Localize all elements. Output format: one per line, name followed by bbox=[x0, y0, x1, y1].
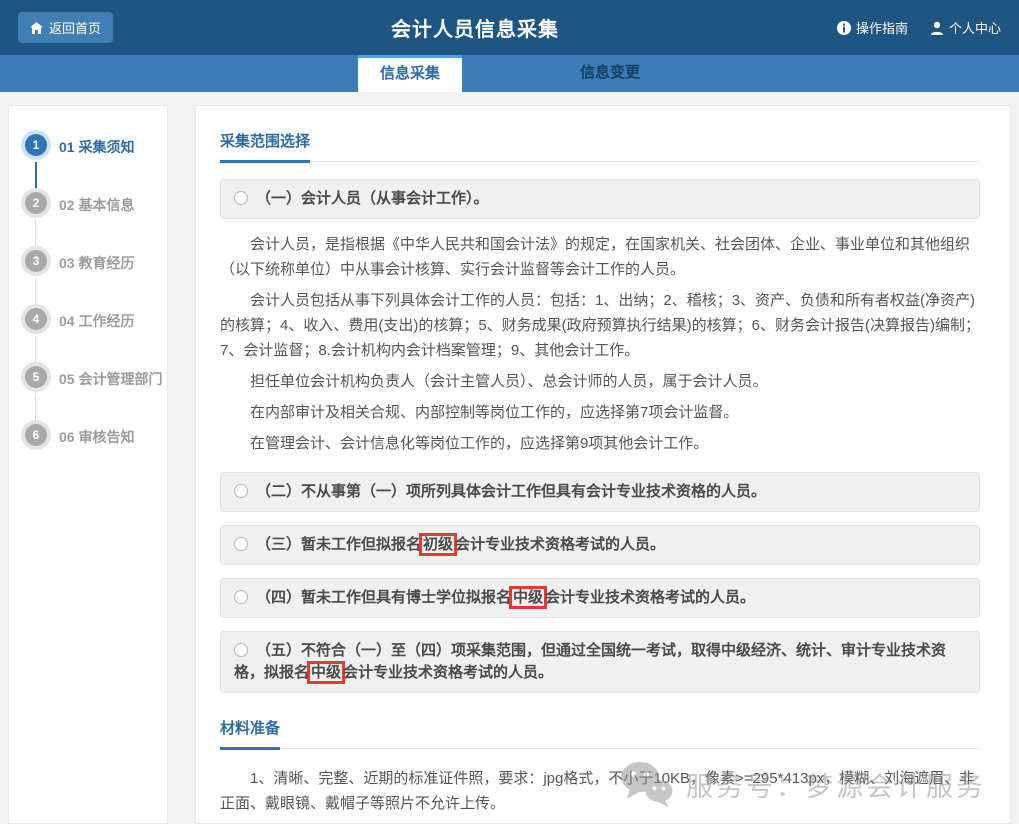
step-number-badge: 1 bbox=[25, 134, 47, 156]
step-connector bbox=[35, 162, 37, 190]
step-number-badge: 5 bbox=[25, 366, 47, 388]
step-basic-info[interactable]: 2 02 基本信息 bbox=[9, 188, 167, 246]
scope-option-5[interactable]: （五）不符合（一）至（四）项采集范围，但通过全国统一考试，取得中级经济、统计、审… bbox=[220, 631, 980, 693]
step-collection-notice[interactable]: 1 01 采集须知 bbox=[9, 130, 167, 188]
scope-option-1[interactable]: （一）会计人员（从事会计工作）。 bbox=[220, 179, 980, 219]
step-connector bbox=[35, 220, 36, 248]
tab-info-change[interactable]: 信息变更 bbox=[548, 55, 672, 92]
step-label: 03 教育经历 bbox=[59, 253, 134, 273]
scope-option-3-label: （三）暂未工作但拟报名初级会计专业技术资格考试的人员。 bbox=[256, 536, 665, 553]
scope-option-3[interactable]: （三）暂未工作但拟报名初级会计专业技术资格考试的人员。 bbox=[220, 525, 980, 565]
step-number-badge: 2 bbox=[25, 192, 47, 214]
radio-circle-icon[interactable] bbox=[234, 643, 248, 657]
step-education[interactable]: 3 03 教育经历 bbox=[9, 246, 167, 304]
steps-sidebar: 1 01 采集须知 2 02 基本信息 3 03 教育经历 4 04 工作经历 … bbox=[8, 105, 168, 824]
personal-center-label: 个人中心 bbox=[949, 18, 1001, 37]
materials-section-title: 材料准备 bbox=[220, 717, 280, 750]
guide-link[interactable]: 操作指南 bbox=[837, 18, 908, 37]
info-circle-icon bbox=[837, 21, 851, 35]
personal-center-link[interactable]: 个人中心 bbox=[930, 18, 1001, 37]
step-accounting-dept[interactable]: 5 05 会计管理部门 bbox=[9, 362, 167, 420]
scope-description: 会计人员，是指根据《中华人民共和国会计法》的规定，在国家机关、社会团体、企业、事… bbox=[220, 232, 980, 456]
red-highlight-box: 中级 bbox=[509, 586, 547, 609]
step-label: 05 会计管理部门 bbox=[59, 369, 162, 389]
step-label: 04 工作经历 bbox=[59, 311, 134, 331]
red-highlight-box: 中级 bbox=[307, 661, 345, 684]
scope-paragraph: 会计人员包括从事下列具体会计工作的人员：包括：1、出纳；2、稽核；3、资产、负债… bbox=[220, 288, 980, 363]
page-title: 会计人员信息采集 bbox=[113, 13, 837, 42]
radio-circle-icon[interactable] bbox=[234, 484, 248, 498]
materials-item: 1、清晰、完整、近期的标准证件照，要求：jpg格式，不小于10KB，像素>=29… bbox=[220, 766, 980, 816]
scope-section-title: 采集范围选择 bbox=[220, 130, 310, 163]
scope-paragraph: 在管理会计、会计信息化等岗位工作的，应选择第9项其他会计工作。 bbox=[220, 431, 980, 456]
step-connector bbox=[35, 278, 36, 306]
step-label: 02 基本信息 bbox=[59, 195, 134, 215]
scope-paragraph: 会计人员，是指根据《中华人民共和国会计法》的规定，在国家机关、社会团体、企业、事… bbox=[220, 232, 980, 282]
step-connector bbox=[35, 394, 36, 422]
scope-option-4-label: （四）暂未工作但具有博士学位拟报名中级会计专业技术资格考试的人员。 bbox=[256, 589, 755, 606]
app-header: 返回首页 会计人员信息采集 操作指南 个人中心 bbox=[0, 0, 1019, 55]
guide-label: 操作指南 bbox=[856, 18, 908, 37]
tab-bar: 信息采集 信息变更 bbox=[0, 55, 1019, 92]
scope-option-1-label: （一）会计人员（从事会计工作）。 bbox=[256, 190, 489, 207]
step-connector bbox=[35, 336, 36, 364]
radio-circle-icon[interactable] bbox=[234, 537, 248, 551]
radio-circle-icon[interactable] bbox=[234, 191, 248, 205]
step-number-badge: 3 bbox=[25, 250, 47, 272]
scope-paragraph: 在内部审计及相关合规、内部控制等岗位工作的，应选择第7项会计监督。 bbox=[220, 400, 980, 425]
step-label: 06 审核告知 bbox=[59, 427, 134, 447]
step-number-badge: 4 bbox=[25, 308, 47, 330]
red-highlight-box: 初级 bbox=[419, 533, 457, 556]
radio-circle-icon[interactable] bbox=[234, 590, 248, 604]
step-work-history[interactable]: 4 04 工作经历 bbox=[9, 304, 167, 362]
back-home-label: 返回首页 bbox=[49, 18, 101, 37]
step-number-badge: 6 bbox=[25, 424, 47, 446]
scope-option-5-label: （五）不符合（一）至（四）项采集范围，但通过全国统一考试，取得中级经济、统计、审… bbox=[234, 642, 946, 681]
materials-list: 1、清晰、完整、近期的标准证件照，要求：jpg格式，不小于10KB，像素>=29… bbox=[220, 766, 980, 824]
header-menu: 操作指南 个人中心 bbox=[837, 18, 1001, 37]
step-review-notice[interactable]: 6 06 审核告知 bbox=[9, 420, 167, 478]
content-area: 1 01 采集须知 2 02 基本信息 3 03 教育经历 4 04 工作经历 … bbox=[0, 92, 1019, 824]
scope-paragraph: 担任单位会计机构负责人（会计主管人员）、总会计师的人员，属于会计人员。 bbox=[220, 369, 980, 394]
step-label: 01 采集须知 bbox=[59, 137, 134, 157]
home-icon bbox=[30, 22, 43, 34]
tab-info-collect[interactable]: 信息采集 bbox=[358, 55, 462, 92]
main-panel: 采集范围选择 （一）会计人员（从事会计工作）。 会计人员，是指根据《中华人民共和… bbox=[195, 105, 1011, 824]
scope-option-2-label: （二）不从事第（一）项所列具体会计工作但具有会计专业技术资格的人员。 bbox=[256, 483, 766, 500]
user-icon bbox=[930, 21, 944, 35]
scope-section-header: 采集范围选择 bbox=[220, 130, 980, 162]
materials-section-header: 材料准备 bbox=[220, 717, 980, 749]
back-home-button[interactable]: 返回首页 bbox=[18, 12, 113, 43]
scope-option-2[interactable]: （二）不从事第（一）项所列具体会计工作但具有会计专业技术资格的人员。 bbox=[220, 472, 980, 512]
scope-option-4[interactable]: （四）暂未工作但具有博士学位拟报名中级会计专业技术资格考试的人员。 bbox=[220, 578, 980, 618]
